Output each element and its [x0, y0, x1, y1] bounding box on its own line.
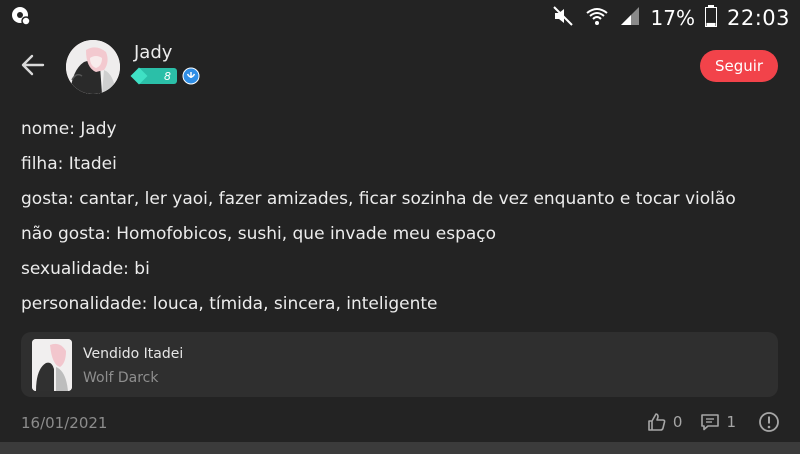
comment-button[interactable]: 1: [700, 412, 736, 432]
follow-button[interactable]: Seguir: [700, 50, 778, 82]
post-footer: 16/01/2021 0 1: [0, 410, 800, 438]
wifi-icon: [585, 4, 609, 33]
post-line: sexualidade: bi: [21, 259, 150, 279]
like-count: 0: [672, 413, 683, 431]
status-bar: 17% 22:03: [0, 0, 800, 36]
post-body: nome: Jady filha: Itadei gosta: cantar, …: [21, 112, 781, 322]
linked-post-title: Vendido Itadei: [83, 346, 184, 362]
avatar-image: [66, 40, 120, 94]
verified-icon: [182, 67, 200, 85]
level-badge: 8: [137, 68, 177, 84]
like-button[interactable]: 0: [647, 412, 683, 432]
report-button[interactable]: [758, 411, 780, 433]
level-number: 8: [164, 69, 171, 83]
battery-percent: 17%: [650, 6, 695, 30]
notification-icon: [10, 5, 32, 31]
next-section-strip: [0, 442, 800, 454]
post-date: 16/01/2021: [21, 414, 108, 432]
back-button[interactable]: [16, 48, 50, 82]
post-header: Jady 8 Seguir: [0, 38, 800, 98]
linked-post-card[interactable]: Vendido Itadei Wolf Darck: [21, 332, 778, 397]
post-line: personalidade: louca, tímida, sincera, i…: [21, 294, 438, 314]
post-line: não gosta: Homofobicos, sushi, que invad…: [21, 224, 497, 244]
comment-count: 1: [726, 413, 736, 431]
comment-icon: [701, 414, 720, 431]
linked-post-thumbnail: [32, 339, 72, 391]
post-line: filha: Itadei: [21, 154, 117, 174]
post-line: gosta: cantar, ler yaoi, fazer amizades,…: [21, 189, 736, 209]
back-arrow-icon: [21, 54, 45, 76]
thumbs-up-icon: [648, 413, 666, 431]
battery-icon: [704, 4, 717, 32]
mute-icon: [551, 4, 575, 33]
linked-post-author: Wolf Darck: [83, 370, 159, 386]
avatar[interactable]: [66, 40, 120, 94]
post-line: nome: Jady: [21, 119, 117, 139]
signal-icon: [619, 5, 641, 32]
clock: 22:03: [726, 6, 790, 30]
username[interactable]: Jady: [134, 42, 172, 63]
alert-icon: [759, 412, 779, 432]
